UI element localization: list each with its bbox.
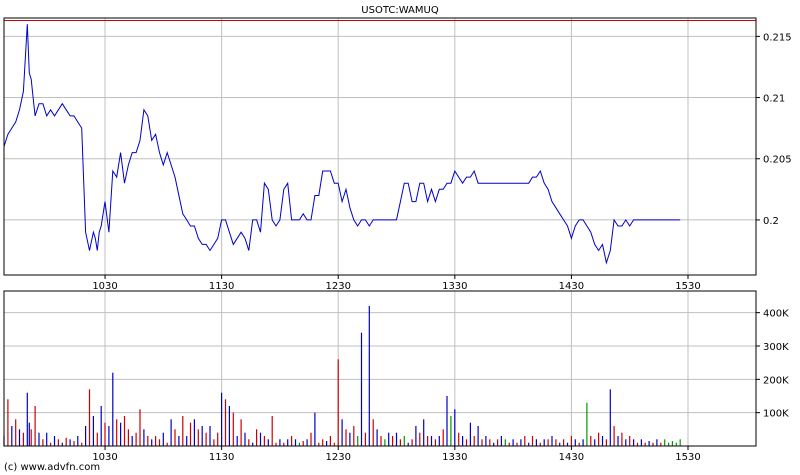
- price-frame: [3, 17, 757, 276]
- price-panel: 1030 1130 1230 1330 1430 1530 0.20.2050.210.2…: [3, 17, 792, 292]
- price-y-tick-label: 0.21: [763, 94, 785, 105]
- price-x-tick-label: 1230: [325, 281, 350, 292]
- chart-canvas: USOTC:WAMUQ 1030 1130 1230 1330 1430 1530 0.2…: [3, 5, 792, 473]
- volume-y-tick-label: 100K: [763, 409, 789, 420]
- price-x-ticks: 1030 1130 1230 1330 1430 1530: [92, 275, 701, 292]
- price-x-tick-label: 1430: [559, 281, 584, 292]
- chart-title: USOTC:WAMUQ: [361, 5, 439, 16]
- price-x-tick-label: 1130: [209, 281, 234, 292]
- volume-x-tick-label: 1130: [209, 452, 234, 463]
- price-x-tick-label: 1030: [92, 281, 117, 292]
- footer-copyright: (c) www.advfn.com: [4, 462, 100, 473]
- volume-x-tick-label: 1330: [442, 452, 467, 463]
- volume-x-ticks: 1030 1130 1230 1330 1430 1530: [92, 446, 701, 463]
- volume-x-tick-label: 1530: [675, 452, 700, 463]
- volume-y-tick-label: 200K: [763, 375, 789, 386]
- volume-x-tick-label: 1230: [325, 452, 350, 463]
- volume-y-tick-label: 400K: [763, 309, 789, 320]
- price-y-tick-label: 0.215: [763, 32, 792, 43]
- volume-panel: 1030 1130 1230 1330 1430 1530 100K200K300K400…: [3, 290, 789, 463]
- volume-y-ticks: 100K 200K 300K 400K: [756, 309, 789, 420]
- price-y-tick-label: 0.205: [763, 155, 792, 166]
- volume-x-tick-label: 1430: [559, 452, 584, 463]
- price-x-tick-label: 1330: [442, 281, 467, 292]
- price-y-ticks: 0.2 0.205 0.21 0.215: [756, 32, 792, 227]
- price-grid: [4, 18, 756, 275]
- volume-y-tick-label: 300K: [763, 342, 789, 353]
- price-x-tick-label: 1530: [675, 281, 700, 292]
- price-y-tick-label: 0.2: [763, 216, 779, 227]
